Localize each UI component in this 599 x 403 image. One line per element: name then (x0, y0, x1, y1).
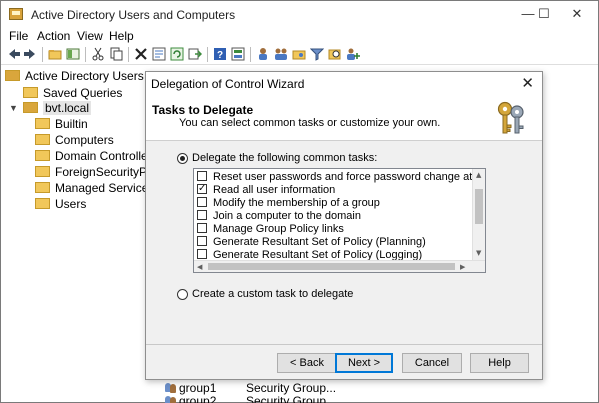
task-checkbox[interactable] (197, 249, 207, 259)
page-subtitle: You can select common tasks or customize… (179, 117, 441, 129)
vertical-scroll-thumb[interactable] (475, 189, 483, 224)
maximize-button[interactable]: ☐ (529, 4, 559, 24)
task-modify-group-membership[interactable]: Modify the membership of a group (197, 197, 471, 210)
dialog-title: Delegation of Control Wizard (151, 77, 305, 91)
task-checkbox[interactable] (197, 223, 207, 233)
wizard-header: Tasks to Delegate You can select common … (146, 94, 542, 141)
list-item-type: Security Group... (246, 381, 337, 395)
task-checkbox[interactable] (197, 236, 207, 246)
keys-icon (497, 101, 524, 134)
delete-icon[interactable] (134, 47, 148, 61)
filter-icon[interactable] (310, 47, 324, 61)
ad-console-icon (5, 70, 20, 81)
dialog-title-bar: Delegation of Control Wizard ✕ (146, 72, 542, 94)
tree-item-computers[interactable]: Computers (35, 132, 114, 148)
app-icon (9, 8, 23, 20)
list-item[interactable]: group2 (165, 394, 216, 403)
add-to-group-icon[interactable] (346, 47, 360, 61)
cut-icon[interactable] (91, 47, 105, 61)
group-icon (165, 382, 177, 393)
copy-icon[interactable] (109, 47, 123, 61)
console-tree-icon[interactable] (66, 47, 80, 61)
menu-view[interactable]: View (77, 29, 103, 43)
folder-icon (35, 182, 50, 193)
folder-icon (35, 198, 50, 209)
task-checkbox[interactable] (197, 210, 207, 220)
dialog-separator (146, 344, 542, 345)
tree-item-domain-controllers[interactable]: Domain Controllers (35, 148, 158, 164)
group-icon (165, 395, 177, 403)
task-manage-group-policy-links[interactable]: Manage Group Policy links (197, 223, 471, 236)
find-icon[interactable] (328, 47, 342, 61)
domain-icon (23, 102, 38, 113)
tree-item-builtin[interactable]: Builtin (35, 116, 88, 132)
help-button[interactable]: Help (470, 353, 529, 373)
up-folder-icon[interactable] (48, 47, 62, 61)
task-checkbox[interactable] (197, 197, 207, 207)
scroll-down-icon[interactable]: ▼ (476, 249, 481, 257)
tree-item-domain[interactable]: bvt.local (23, 100, 92, 116)
main-window: Active Directory Users and Computers — ☐… (0, 0, 599, 403)
toolbar: ? (1, 45, 598, 65)
page-title: Tasks to Delegate (152, 103, 254, 117)
folder-icon (35, 166, 50, 177)
vertical-scrollbar[interactable]: ▲ ▼ (472, 169, 485, 260)
window-title: Active Directory Users and Computers (31, 8, 236, 22)
task-checkbox[interactable] (197, 171, 207, 181)
scroll-up-icon[interactable]: ▲ (476, 171, 481, 179)
console-tree: Active Directory Users and Co Saved Quer… (1, 66, 186, 402)
cancel-button[interactable]: Cancel (402, 353, 462, 373)
properties-icon[interactable] (152, 47, 166, 61)
menu-file[interactable]: File (9, 29, 28, 43)
menu-bar: File Action View Help (1, 28, 598, 46)
refresh-icon[interactable] (170, 47, 184, 61)
task-rsop-planning[interactable]: Generate Resultant Set of Policy (Planni… (197, 236, 471, 249)
forward-icon[interactable] (23, 47, 37, 61)
dialog-close-button[interactable]: ✕ (521, 74, 534, 92)
folder-icon (23, 87, 38, 98)
delegate-common-tasks-radio[interactable] (177, 153, 188, 164)
new-user-icon[interactable] (256, 47, 270, 61)
back-button[interactable]: < Back (277, 353, 337, 373)
folder-icon (35, 118, 50, 129)
expand-caret-icon[interactable]: ▼ (9, 103, 18, 113)
folder-icon (35, 150, 50, 161)
back-icon[interactable] (7, 47, 21, 61)
list-item[interactable]: group1 (165, 381, 216, 395)
delegation-wizard-dialog: Delegation of Control Wizard ✕ Tasks to … (145, 71, 543, 380)
menu-help[interactable]: Help (109, 29, 134, 43)
task-join-computer[interactable]: Join a computer to the domain (197, 210, 471, 223)
scroll-left-icon[interactable]: ◀ (197, 263, 202, 271)
title-bar: Active Directory Users and Computers — ☐… (1, 1, 598, 28)
folder-icon (35, 134, 50, 145)
common-tasks-list: Reset user passwords and force password … (193, 168, 486, 273)
tree-item-users[interactable]: Users (35, 196, 86, 212)
tree-item-saved-queries[interactable]: Saved Queries (23, 85, 122, 101)
list-item-type: Security Group... (246, 394, 337, 403)
close-button[interactable]: ✕ (562, 4, 592, 24)
export-icon[interactable] (188, 47, 202, 61)
help-icon[interactable]: ? (213, 47, 227, 61)
menu-action[interactable]: Action (37, 29, 70, 43)
custom-task-radio[interactable] (177, 289, 188, 300)
task-read-all-user-information[interactable]: Read all user information (197, 182, 471, 197)
custom-task-label[interactable]: Create a custom task to delegate (192, 288, 353, 300)
horizontal-scroll-thumb[interactable] (208, 263, 455, 270)
delegate-common-tasks-label[interactable]: Delegate the following common tasks: (192, 152, 377, 164)
help-topics-icon[interactable] (231, 47, 245, 61)
horizontal-scrollbar[interactable]: ◀ ▶ (194, 260, 485, 272)
new-ou-icon[interactable] (292, 47, 306, 61)
task-checkbox-checked[interactable] (197, 182, 207, 195)
scroll-right-icon[interactable]: ▶ (460, 263, 465, 271)
task-reset-passwords[interactable]: Reset user passwords and force password … (197, 171, 485, 184)
new-group-icon[interactable] (274, 47, 288, 61)
next-button[interactable]: Next > (335, 353, 393, 373)
svg-text:?: ? (217, 50, 223, 61)
